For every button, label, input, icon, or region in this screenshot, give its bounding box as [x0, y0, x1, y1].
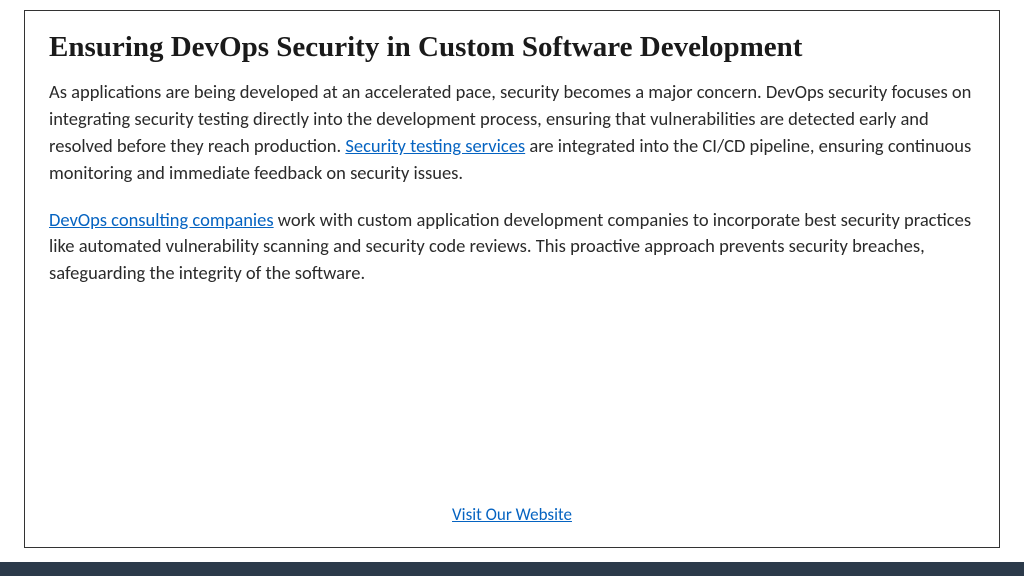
cta-container: Visit Our Website	[25, 504, 999, 525]
body-content: As applications are being developed at a…	[49, 79, 975, 287]
page-title: Ensuring DevOps Security in Custom Softw…	[49, 29, 975, 65]
paragraph-1: As applications are being developed at a…	[49, 79, 975, 186]
security-testing-link[interactable]: Security testing services	[345, 134, 525, 157]
paragraph-2: DevOps consulting companies work with cu…	[49, 207, 975, 287]
devops-consulting-link[interactable]: DevOps consulting companies	[49, 208, 274, 231]
visit-website-link[interactable]: Visit Our Website	[452, 504, 572, 525]
bottom-bar	[0, 562, 1024, 576]
slide-frame: Ensuring DevOps Security in Custom Softw…	[24, 10, 1000, 548]
